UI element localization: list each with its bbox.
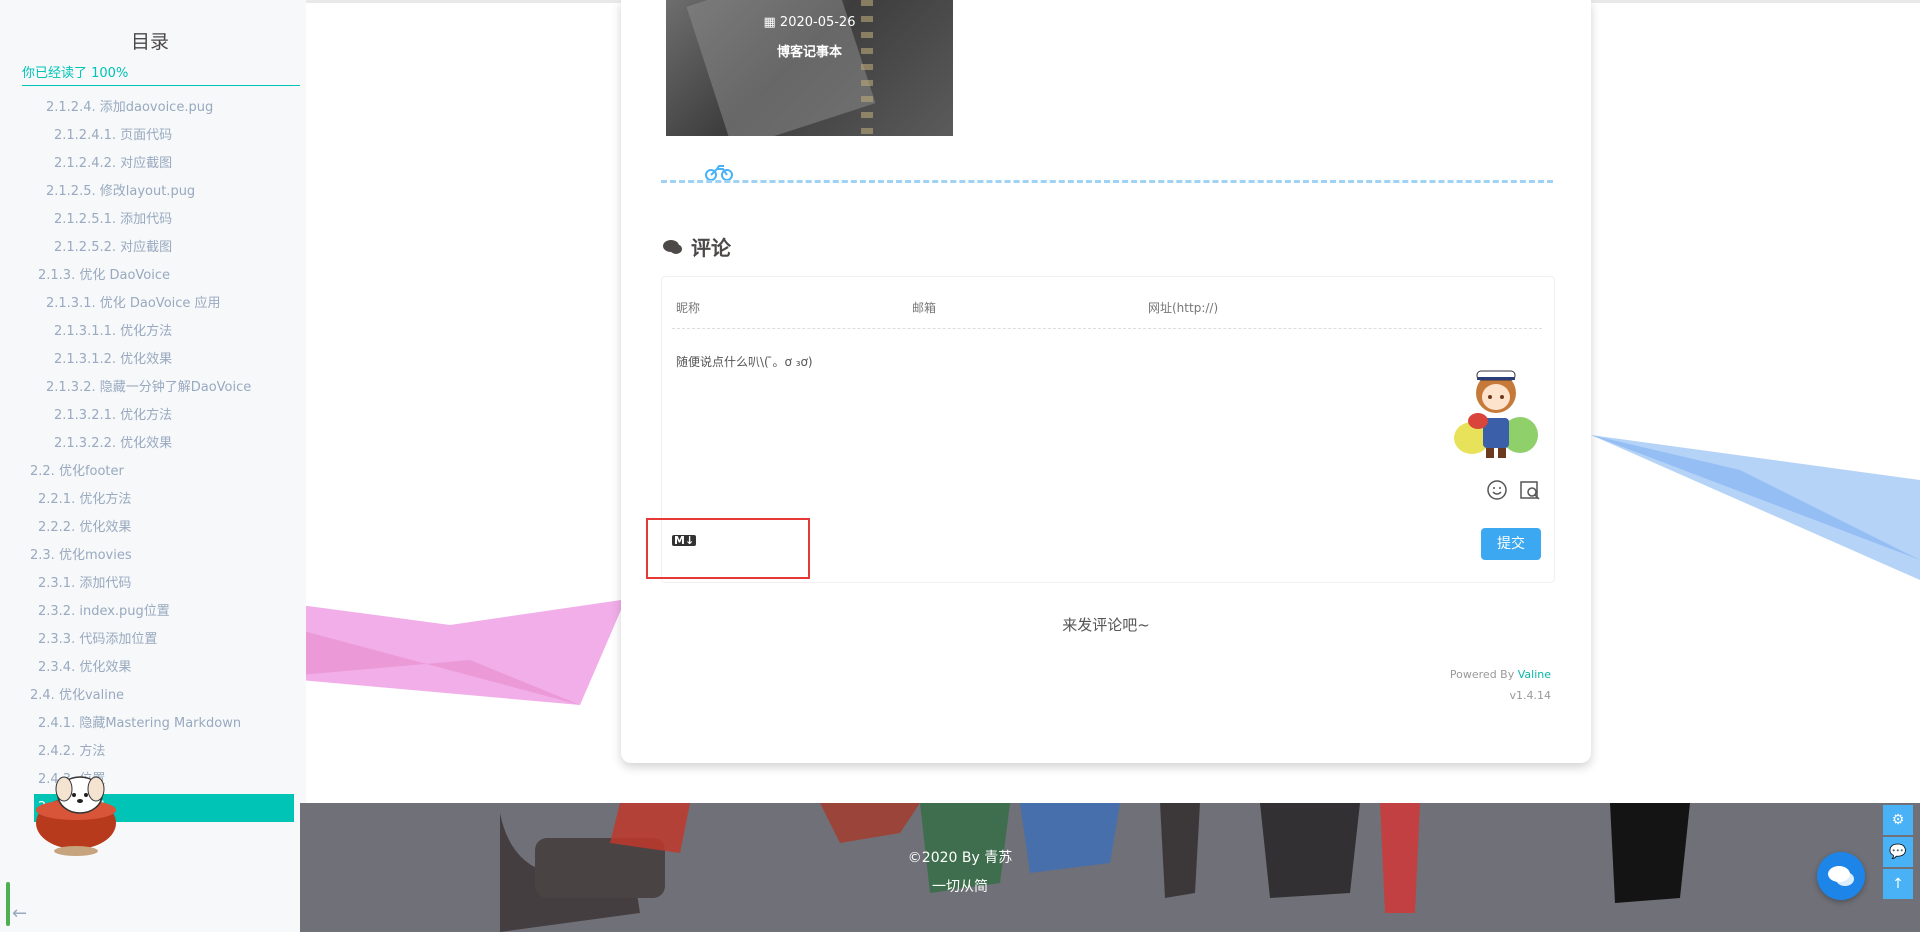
post-card: ▦ 2020-05-26 博客记事本 评论 昵称 邮箱 网址(http://) … xyxy=(621,0,1591,763)
comments-icon xyxy=(663,236,685,260)
toc-item[interactable]: 2.1.2.5.2. 对应截图 xyxy=(0,234,300,262)
valine-comment-box: 昵称 邮箱 网址(http://) 随便说点什么叭\( ̄。ơ ₃ơ) M↓ 提… xyxy=(646,276,1555,583)
toc-item[interactable]: 2.4. 优化valine xyxy=(0,682,300,710)
chat-widget-icon[interactable] xyxy=(1817,852,1865,900)
toc-item[interactable]: 2.1.2.5.1. 添加代码 xyxy=(0,206,300,234)
preview-icon[interactable] xyxy=(1519,479,1541,501)
toc-item[interactable]: 2.1.3.2. 隐藏一分钟了解DaoVoice xyxy=(0,374,300,402)
toc-item[interactable]: 2.3.3. 代码添加位置 xyxy=(0,626,300,654)
anime-girl-illustration xyxy=(1454,370,1538,458)
related-post-date: ▦ 2020-05-26 xyxy=(666,15,953,30)
comment-textarea[interactable]: 随便说点什么叭\( ̄。ơ ₃ơ) xyxy=(676,353,813,370)
motorcycle-icon xyxy=(705,165,733,181)
comments-heading: 评论 xyxy=(663,232,731,261)
back-to-top-icon[interactable]: ↑ xyxy=(1883,869,1913,899)
powered-by-prefix: Powered By xyxy=(1449,668,1518,681)
site-footer xyxy=(300,803,1920,932)
valine-version: v1.4.14 xyxy=(1509,689,1552,702)
toc-list: 2.1.2.4. 添加daovoice.pug 2.1.2.4.1. 页面代码 2.… xyxy=(0,94,300,822)
related-date-text: 2020-05-26 xyxy=(779,15,856,30)
related-post-card[interactable]: ▦ 2020-05-26 博客记事本 xyxy=(666,0,953,136)
comments-heading-text: 评论 xyxy=(691,236,731,260)
email-input[interactable]: 邮箱 xyxy=(912,299,1142,316)
markdown-icon[interactable]: M↓ xyxy=(672,535,697,546)
toc-item[interactable]: 2.2. 优化footer xyxy=(0,458,300,486)
toc-item[interactable]: 2.1.3. 优化 DaoVoice xyxy=(0,262,300,290)
toc-item[interactable]: 2.4.1. 隐藏Mastering Markdown xyxy=(0,710,300,738)
toc-item[interactable]: 2.1.2.5. 修改layout.pug xyxy=(0,178,300,206)
section-divider xyxy=(661,180,1553,183)
calendar-icon: ▦ xyxy=(763,15,780,30)
toc-item[interactable]: 2.1.3.2.1. 优化方法 xyxy=(0,402,300,430)
emoji-icon[interactable] xyxy=(1486,479,1508,501)
footer-motto: 一切从简 xyxy=(932,879,988,895)
toc-sidebar: 目录 你已经读了 100% 2.1.2.4. 添加daovoice.pug 2.1… xyxy=(0,0,306,932)
toc-item[interactable]: 2.4.2. 方法 xyxy=(0,738,300,766)
toc-item[interactable]: 2.2.1. 优化方法 xyxy=(0,486,300,514)
meta-divider xyxy=(672,328,1542,329)
related-post-title[interactable]: 博客记事本 xyxy=(666,41,953,60)
toc-item[interactable]: 2.1.3.2.2. 优化效果 xyxy=(0,430,300,458)
collapse-arrow-icon[interactable]: ← xyxy=(12,903,27,924)
toc-item[interactable]: 2.3.1. 添加代码 xyxy=(0,570,300,598)
submit-button[interactable]: 提交 xyxy=(1481,528,1541,560)
toc-item[interactable]: 2.1.3.1.2. 优化效果 xyxy=(0,346,300,374)
toc-item[interactable]: 2.1.3.1. 优化 DaoVoice 应用 xyxy=(0,290,300,318)
comments-jump-icon[interactable]: 💬 xyxy=(1883,837,1913,867)
reading-progress: 你已经读了 100% xyxy=(22,62,300,86)
nick-input[interactable]: 昵称 xyxy=(676,299,906,316)
toc-item[interactable]: 2.1.2.4.2. 对应截图 xyxy=(0,150,300,178)
annotation-highlight-box xyxy=(646,518,810,579)
footer-background-illustration xyxy=(300,803,1920,932)
empty-comments-hint: 来发评论吧~ xyxy=(1062,616,1150,634)
toc-title: 目录 xyxy=(130,31,169,53)
settings-gear-icon[interactable]: ⚙ xyxy=(1883,805,1913,835)
powered-by: Powered By Valine xyxy=(1450,668,1551,681)
toc-item[interactable]: 2.2.2. 优化效果 xyxy=(0,514,300,542)
toc-item[interactable]: 2.1.2.4.1. 页面代码 xyxy=(0,122,300,150)
footer-copyright: ©2020 By 青苏 xyxy=(907,850,1013,866)
valine-link[interactable]: Valine xyxy=(1518,668,1551,681)
toc-item[interactable]: 2.1.3.1.1. 优化方法 xyxy=(0,318,300,346)
toc-item[interactable]: 2.3. 优化movies xyxy=(0,542,300,570)
toc-item[interactable]: 2.3.4. 优化效果 xyxy=(0,654,300,682)
toc-item[interactable]: 2.3.2. index.pug位置 xyxy=(0,598,300,626)
url-input[interactable]: 网址(http://) xyxy=(1148,299,1378,316)
toc-item[interactable]: 2.1.2.4. 添加daovoice.pug xyxy=(0,94,300,122)
